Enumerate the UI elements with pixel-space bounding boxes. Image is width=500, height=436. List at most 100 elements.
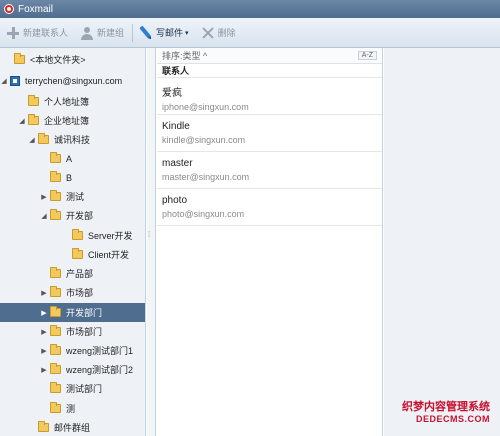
expand-arrow-icon[interactable]: ▶ bbox=[40, 193, 48, 201]
watermark-line-2: DEDECMS.COM bbox=[415, 414, 490, 424]
tree-item-enterprise-book[interactable]: ◢ 企业地址簿 bbox=[0, 111, 145, 130]
tree-item-label: <本地文件夹> bbox=[30, 55, 86, 65]
tree-item-marketing-department[interactable]: ▶ 市场部门 bbox=[0, 322, 145, 341]
contact-email: kindle@singxun.com bbox=[162, 135, 246, 145]
expand-arrow-icon[interactable]: ◢ bbox=[40, 212, 48, 220]
tree-item-local-folder[interactable]: <本地文件夹> bbox=[0, 50, 145, 69]
contact-item[interactable]: 爱疯 iphone@singxun.com bbox=[157, 78, 382, 115]
tree-item-label: terrychen@singxun.com bbox=[25, 75, 123, 86]
tree-item-wzeng-test-2[interactable]: ▶ wzeng测试部门2 bbox=[0, 360, 145, 379]
contact-detail-pane: 织梦内容管理系统 DEDECMS.COM bbox=[384, 48, 500, 436]
tree-item-test[interactable]: ▶ 测试 bbox=[0, 187, 145, 206]
tree-item-label: B bbox=[66, 172, 73, 183]
folder-icon bbox=[50, 267, 61, 278]
tree-item-label: 测试部门 bbox=[66, 384, 103, 394]
watermark: 织梦内容管理系统 DEDECMS.COM bbox=[402, 398, 490, 424]
toolbar: 新建联系人 新建组 写邮件 ▾ 删除 bbox=[0, 18, 500, 48]
folder-icon bbox=[50, 306, 61, 317]
compose-button[interactable]: 写邮件 ▾ bbox=[139, 26, 189, 40]
compose-label: 写邮件 bbox=[156, 28, 184, 38]
contact-item[interactable]: master master@singxun.com bbox=[157, 152, 382, 189]
tree-item-product[interactable]: 产品部 bbox=[0, 264, 145, 283]
expand-arrow-icon[interactable]: ▶ bbox=[40, 289, 48, 297]
tree-item-label: 个人地址簿 bbox=[44, 97, 90, 107]
tree-item-test-department[interactable]: 测试部门 bbox=[0, 379, 145, 398]
tree-item-label: 开发部 bbox=[66, 211, 94, 221]
new-group-button[interactable]: 新建组 bbox=[80, 26, 124, 40]
tree-item-a[interactable]: A bbox=[0, 149, 145, 168]
folder-icon bbox=[28, 95, 39, 106]
folder-icon bbox=[28, 114, 39, 125]
contacts-group-header: 联系人 bbox=[157, 64, 382, 78]
contact-item[interactable]: photo photo@singxun.com bbox=[157, 189, 382, 226]
person-icon bbox=[80, 26, 94, 40]
sort-type-dropdown[interactable]: 排序:类型 ^ bbox=[162, 49, 207, 62]
tree-item-b[interactable]: B bbox=[0, 168, 145, 187]
list-header: 排序:类型 ^ A-Z bbox=[157, 48, 382, 64]
contact-item[interactable]: Kindle kindle@singxun.com bbox=[157, 115, 382, 152]
new-group-label: 新建组 bbox=[97, 28, 125, 38]
tree-item-company[interactable]: ◢ 诚讯科技 bbox=[0, 130, 145, 149]
expand-arrow-icon[interactable]: ▶ bbox=[40, 366, 48, 374]
folder-icon bbox=[50, 209, 61, 220]
folder-icon bbox=[72, 229, 83, 240]
tree-item-dev-department[interactable]: ▶ 开发部门 bbox=[0, 303, 145, 322]
window-title: Foxmail bbox=[18, 3, 54, 15]
tree-item-marketing[interactable]: ▶ 市场部 bbox=[0, 283, 145, 302]
contact-name: master bbox=[162, 158, 193, 169]
tree-item-label: 开发部门 bbox=[66, 308, 103, 318]
new-contact-button[interactable]: 新建联系人 bbox=[6, 26, 68, 40]
tree-item-server-dev[interactable]: Server开发 bbox=[0, 226, 145, 245]
delete-button[interactable]: 删除 bbox=[201, 26, 236, 40]
pane-splitter[interactable]: ⁞ bbox=[147, 48, 156, 436]
expand-arrow-icon[interactable]: ▶ bbox=[40, 328, 48, 336]
contact-name: 爱疯 bbox=[162, 88, 182, 99]
mailbox-icon bbox=[10, 75, 20, 86]
expand-arrow-icon[interactable]: ▶ bbox=[40, 309, 48, 317]
folder-icon bbox=[50, 152, 61, 163]
drag-grip-icon[interactable]: ⁞ bbox=[148, 230, 150, 239]
contact-email: iphone@singxun.com bbox=[162, 102, 249, 112]
tree-item-account[interactable]: ◢ terrychen@singxun.com bbox=[0, 71, 145, 90]
toolbar-divider bbox=[132, 23, 134, 42]
folder-icon bbox=[50, 171, 61, 182]
tree-item-label: wzeng测试部门2 bbox=[66, 365, 134, 375]
tree-item-client-dev[interactable]: Client开发 bbox=[0, 245, 145, 264]
tree-item-label: Server开发 bbox=[88, 231, 133, 241]
tree-item-dev-dept[interactable]: ◢ 开发部 bbox=[0, 206, 145, 225]
folder-icon bbox=[38, 133, 49, 144]
delete-icon bbox=[201, 26, 215, 40]
expand-arrow-icon[interactable]: ◢ bbox=[28, 136, 36, 144]
folder-icon bbox=[50, 382, 61, 393]
contact-list: 排序:类型 ^ A-Z 联系人 爱疯 iphone@singxun.com Ki… bbox=[157, 48, 383, 436]
delete-label: 删除 bbox=[217, 28, 236, 38]
folder-icon bbox=[50, 363, 61, 374]
tree-item-label: wzeng测试部门1 bbox=[66, 346, 134, 356]
tree-item-label: 测试 bbox=[66, 192, 85, 202]
expand-arrow-icon[interactable]: ◢ bbox=[0, 77, 8, 85]
contact-name: Kindle bbox=[162, 121, 190, 132]
tree-item-label: Client开发 bbox=[88, 250, 130, 260]
tree-item-personal-book[interactable]: 个人地址簿 bbox=[0, 92, 145, 111]
tree-item-wzeng-test-1[interactable]: ▶ wzeng测试部门1 bbox=[0, 341, 145, 360]
address-book-tree: <本地文件夹> ◢ terrychen@singxun.com 个人地址簿 ◢ … bbox=[0, 48, 146, 436]
sort-order-button[interactable]: A-Z bbox=[357, 51, 377, 60]
folder-icon bbox=[14, 53, 25, 64]
watermark-line-1: 织梦内容管理系统 bbox=[402, 401, 490, 413]
folder-icon bbox=[50, 344, 61, 355]
contact-email: master@singxun.com bbox=[162, 172, 250, 182]
tree-item-mail-groups[interactable]: 邮件群组 bbox=[0, 418, 145, 436]
chevron-down-icon[interactable]: ▾ bbox=[185, 29, 189, 37]
tree-item-label: 测 bbox=[66, 404, 76, 414]
expand-arrow-icon[interactable]: ▶ bbox=[40, 347, 48, 355]
tree-item-ce[interactable]: 测 bbox=[0, 399, 145, 418]
tree-item-label: 企业地址簿 bbox=[44, 116, 90, 126]
tree-item-label: 邮件群组 bbox=[54, 423, 91, 433]
folder-icon bbox=[50, 325, 61, 336]
tree-item-label: 产品部 bbox=[66, 269, 94, 279]
folder-icon bbox=[50, 402, 61, 413]
new-contact-label: 新建联系人 bbox=[23, 28, 69, 38]
expand-arrow-icon[interactable]: ◢ bbox=[18, 117, 26, 125]
folder-icon bbox=[38, 421, 49, 432]
pen-icon bbox=[136, 23, 156, 43]
